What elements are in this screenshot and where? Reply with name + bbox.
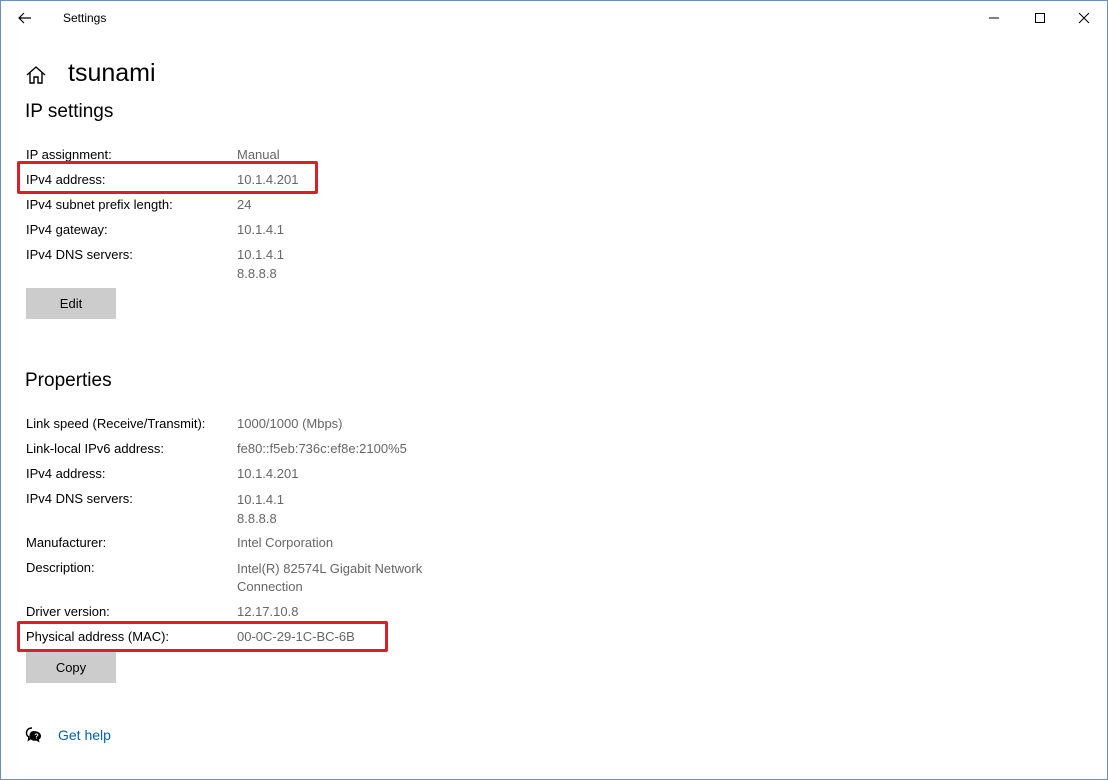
row-value-link-speed: 1000/1000 (Mbps) [237, 416, 343, 431]
settings-window: Settings tsunami IP settings IP assignme… [0, 0, 1108, 780]
row-value-prop-ipv4-dns-1: 10.1.4.1 [237, 492, 284, 507]
close-button[interactable] [1061, 1, 1107, 35]
row-label-ipv4-gateway: IPv4 gateway: [26, 222, 108, 237]
page-title: tsunami [68, 59, 156, 87]
window-title: Settings [63, 11, 107, 25]
row-value-ipv4-gateway: 10.1.4.1 [237, 222, 284, 237]
highlight-box-ipv4-address [17, 161, 318, 194]
row-label-ipv4-dns: IPv4 DNS servers: [26, 247, 133, 262]
title-bar: Settings [1, 1, 1107, 35]
row-value-prop-ipv4-address: 10.1.4.201 [237, 466, 299, 481]
home-icon [26, 66, 46, 84]
help-chat-icon[interactable]: ? [25, 726, 45, 744]
row-value-description-2: Connection [237, 579, 303, 594]
row-value-subnet-prefix: 24 [237, 197, 252, 212]
row-label-prop-ipv4-address: IPv4 address: [26, 466, 106, 481]
row-label-link-local-ipv6: Link-local IPv6 address: [26, 441, 165, 456]
row-label-ip-assignment: IP assignment: [26, 147, 112, 162]
home-button[interactable] [25, 64, 47, 86]
row-label-subnet-prefix: IPv4 subnet prefix length: [26, 197, 173, 212]
close-icon [1078, 12, 1090, 24]
row-label-manufacturer: Manufacturer: [26, 535, 107, 550]
row-label-description: Description: [26, 560, 95, 575]
row-value-prop-ipv4-dns-2: 8.8.8.8 [237, 511, 277, 526]
row-value-ipv4-dns-1: 10.1.4.1 [237, 247, 284, 262]
highlight-box-physical-address [17, 621, 388, 652]
row-value-driver-version: 12.17.10.8 [237, 604, 299, 619]
svg-text:?: ? [34, 733, 38, 740]
row-value-ipv4-dns-2: 8.8.8.8 [237, 266, 277, 281]
minimize-button[interactable] [971, 1, 1017, 35]
get-help-link[interactable]: Get help [58, 727, 111, 743]
row-value-manufacturer: Intel Corporation [237, 535, 334, 550]
section-title-properties: Properties [25, 370, 112, 391]
back-arrow-icon [18, 12, 31, 24]
back-button[interactable] [11, 5, 39, 31]
minimize-icon [989, 17, 999, 19]
copy-button[interactable]: Copy [26, 652, 116, 683]
row-value-link-local-ipv6: fe80::f5eb:736c:ef8e:2100%5 [237, 441, 407, 456]
row-label-driver-version: Driver version: [26, 604, 110, 619]
maximize-button[interactable] [1017, 1, 1063, 35]
row-label-prop-ipv4-dns: IPv4 DNS servers: [26, 491, 133, 506]
section-title-ip-settings: IP settings [25, 101, 114, 122]
edit-button[interactable]: Edit [26, 288, 116, 319]
maximize-icon [1035, 13, 1045, 23]
row-label-link-speed: Link speed (Receive/Transmit): [26, 416, 206, 431]
row-value-description-1: Intel(R) 82574L Gigabit Network [237, 561, 423, 576]
